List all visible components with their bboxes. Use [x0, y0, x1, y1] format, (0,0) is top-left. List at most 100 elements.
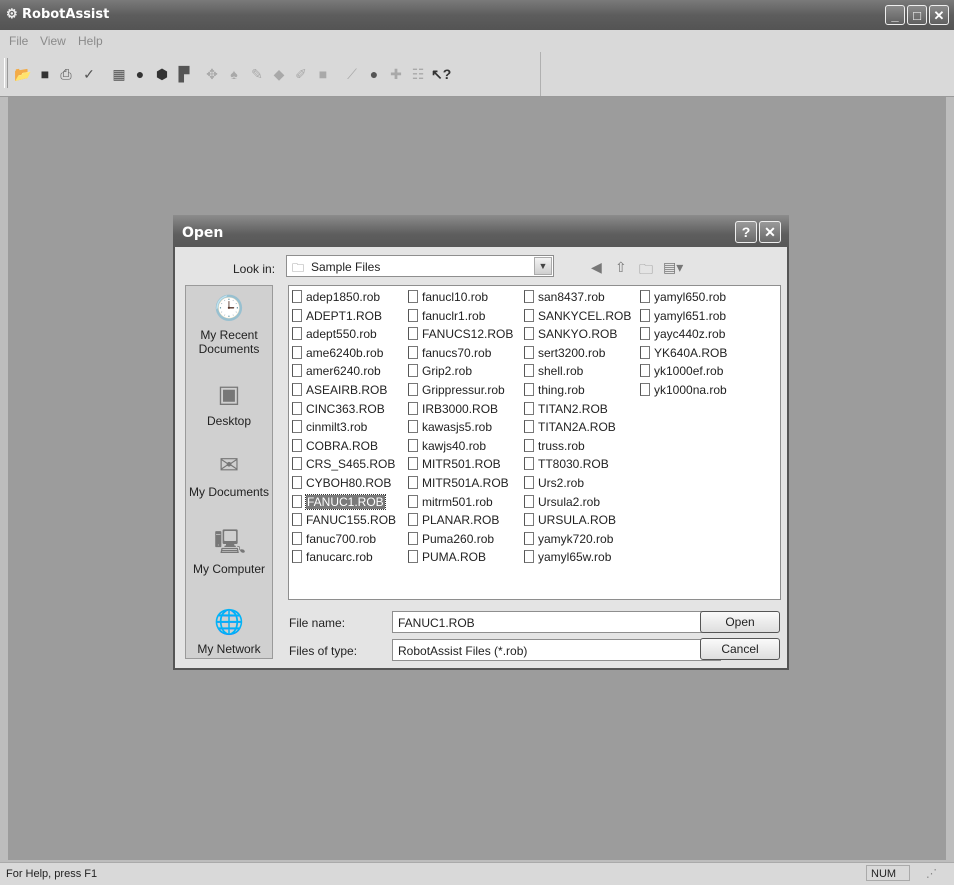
file-item[interactable]: URSULA.ROB — [524, 512, 616, 529]
help-pointer-icon[interactable]: ↖? — [431, 65, 451, 83]
file-item[interactable]: SANKYO.ROB — [524, 326, 617, 343]
open-icon[interactable]: 📂 — [14, 65, 32, 83]
file-item[interactable]: FANUC1.ROB — [292, 493, 386, 511]
back-icon[interactable]: ◀ — [591, 259, 602, 276]
file-name: truss.rob — [538, 438, 585, 453]
file-item[interactable]: yk1000na.rob — [640, 382, 727, 399]
file-icon — [292, 327, 302, 341]
file-item[interactable]: Urs2.rob — [524, 475, 584, 492]
check-icon[interactable]: ✓ — [80, 65, 98, 83]
file-item[interactable]: MITR501A.ROB — [408, 475, 509, 492]
joint-icon[interactable]: ♠ — [225, 65, 243, 83]
move-icon[interactable]: ✥ — [203, 65, 221, 83]
circle-icon[interactable]: ● — [365, 65, 383, 83]
file-name-input[interactable]: FANUC1.ROB ▼ — [392, 611, 721, 633]
stop-icon[interactable]: ⬢ — [153, 65, 171, 83]
place-my-computer[interactable]: 🖳 My Computer — [186, 528, 272, 576]
cancel-button[interactable]: Cancel — [700, 638, 780, 660]
teach-icon[interactable]: ☷ — [409, 65, 427, 83]
file-item[interactable]: sert3200.rob — [524, 345, 605, 362]
file-item[interactable]: yayc440z.rob — [640, 326, 725, 343]
tool-icon[interactable]: ▛ — [175, 65, 193, 83]
file-item[interactable]: TITAN2A.ROB — [524, 419, 616, 436]
file-item[interactable]: TITAN2.ROB — [524, 401, 608, 418]
file-item[interactable]: adept550.rob — [292, 326, 377, 343]
file-item[interactable]: COBRA.ROB — [292, 438, 378, 455]
file-item[interactable]: kawjs40.rob — [408, 438, 486, 455]
new-folder-icon[interactable]: 🗀 — [639, 259, 653, 283]
file-item[interactable]: amer6240.rob — [292, 363, 381, 380]
place-my-documents[interactable]: ✉ My Documents — [186, 451, 272, 499]
view-menu-icon[interactable]: ▤▾ — [663, 259, 683, 276]
block-icon[interactable]: ■ — [314, 65, 332, 83]
record-icon[interactable]: ● — [131, 65, 149, 83]
file-item[interactable]: ASEAIRB.ROB — [292, 382, 387, 399]
file-item[interactable]: yamyl650.rob — [640, 289, 726, 306]
file-item[interactable]: fanucl10.rob — [408, 289, 488, 306]
menu-file[interactable]: File — [9, 34, 28, 48]
file-item[interactable]: shell.rob — [524, 363, 583, 380]
up-folder-icon[interactable]: ⇧ — [615, 259, 627, 276]
dialog-help-button[interactable]: ? — [735, 221, 757, 243]
chevron-down-icon[interactable]: ▼ — [534, 257, 552, 275]
file-item[interactable]: adep1850.rob — [292, 289, 380, 306]
save-icon[interactable]: ■ — [36, 65, 54, 83]
file-item[interactable]: yamyk720.rob — [524, 531, 613, 548]
file-item[interactable]: cinmilt3.rob — [292, 419, 367, 436]
print-icon[interactable]: ⎙ — [57, 65, 75, 83]
pen-icon[interactable]: ✎ — [248, 65, 266, 83]
file-item[interactable]: ame6240b.rob — [292, 345, 383, 362]
path-icon[interactable]: ✐ — [292, 65, 310, 83]
file-item[interactable]: FANUC155.ROB — [292, 512, 396, 529]
file-item[interactable]: CRS_S465.ROB — [292, 456, 395, 473]
file-item[interactable]: FANUCS12.ROB — [408, 326, 513, 343]
file-item[interactable]: PUMA.ROB — [408, 549, 486, 566]
file-item[interactable]: Ursula2.rob — [524, 494, 600, 511]
file-list[interactable]: adep1850.rob ADEPT1.ROB adept550.rob ame624… — [288, 285, 781, 600]
menu-help[interactable]: Help — [78, 34, 103, 48]
file-item[interactable]: fanuclr1.rob — [408, 308, 485, 325]
file-item[interactable]: IRB3000.ROB — [408, 401, 498, 418]
menu-view[interactable]: View — [40, 34, 66, 48]
plus-path-icon[interactable]: ✚ — [387, 65, 405, 83]
window-titlebar[interactable]: ⚙ RobotAssist _ □ ✕ — [0, 0, 954, 30]
file-item[interactable]: mitrm501.rob — [408, 494, 493, 511]
file-item[interactable]: Grip2.rob — [408, 363, 472, 380]
file-item[interactable]: MITR501.ROB — [408, 456, 501, 473]
open-button[interactable]: Open — [700, 611, 780, 633]
file-item[interactable]: Grippressur.rob — [408, 382, 505, 399]
arm-icon[interactable]: ⟋ — [343, 65, 361, 83]
place-my-network[interactable]: 🌐 My Network — [186, 608, 272, 656]
place-desktop[interactable]: ▣ Desktop — [186, 380, 272, 428]
file-item[interactable]: PLANAR.ROB — [408, 512, 499, 529]
file-item[interactable]: kawasjs5.rob — [408, 419, 492, 436]
resize-grip-icon[interactable]: ⋰ — [926, 867, 937, 880]
close-button[interactable]: ✕ — [929, 5, 949, 25]
place-recent-documents[interactable]: 🕒 My Recent Documents — [186, 294, 272, 356]
minimize-button[interactable]: _ — [885, 5, 905, 25]
look-in-dropdown[interactable]: 🗀 Sample Files ▼ — [286, 255, 554, 277]
toolbar-grip[interactable] — [4, 58, 8, 88]
file-item[interactable]: fanucs70.rob — [408, 345, 491, 362]
maximize-button[interactable]: □ — [907, 5, 927, 25]
file-item[interactable]: yk1000ef.rob — [640, 363, 723, 380]
grid-icon[interactable]: ▦ — [110, 65, 128, 83]
file-item[interactable]: san8437.rob — [524, 289, 605, 306]
dialog-close-button[interactable]: ✕ — [759, 221, 781, 243]
dialog-titlebar[interactable]: Open ? ✕ — [173, 215, 789, 247]
file-item[interactable]: yamyl65w.rob — [524, 549, 611, 566]
file-item[interactable]: CINC363.ROB — [292, 401, 385, 418]
file-item[interactable]: Puma260.rob — [408, 531, 494, 548]
file-item[interactable]: yamyl651.rob — [640, 308, 726, 325]
point-icon[interactable]: ◆ — [270, 65, 288, 83]
file-item[interactable]: thing.rob — [524, 382, 585, 399]
file-item[interactable]: fanuc700.rob — [292, 531, 376, 548]
file-item[interactable]: fanucarc.rob — [292, 549, 373, 566]
file-item[interactable]: SANKYCEL.ROB — [524, 308, 631, 325]
file-item[interactable]: ADEPT1.ROB — [292, 308, 382, 325]
file-item[interactable]: CYBOH80.ROB — [292, 475, 391, 492]
file-item[interactable]: TT8030.ROB — [524, 456, 609, 473]
file-type-select[interactable]: RobotAssist Files (*.rob) ▼ — [392, 639, 721, 661]
file-item[interactable]: YK640A.ROB — [640, 345, 727, 362]
file-item[interactable]: truss.rob — [524, 438, 585, 455]
